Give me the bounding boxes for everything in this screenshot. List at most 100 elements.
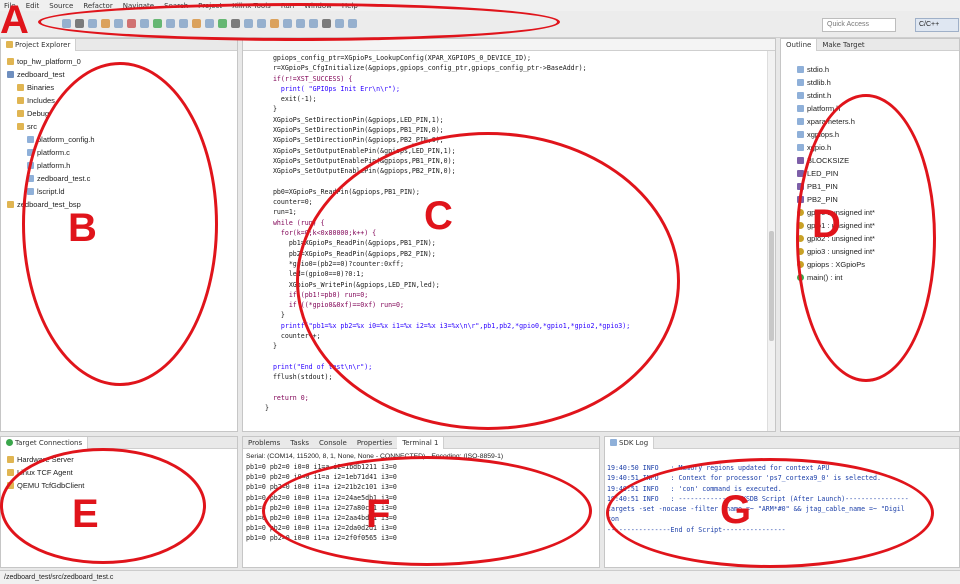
outline-item-label: xgpio.h	[807, 143, 832, 152]
terminal-panel: Problems Tasks Console Properties Terminal 1…	[242, 436, 600, 568]
target-item-label: QEMU TcfGdbClient	[17, 481, 85, 490]
toolbar-icon[interactable]	[270, 19, 279, 28]
tree-item[interactable]: Debug	[1, 107, 237, 120]
tree-item[interactable]: zedboard_test_bsp	[1, 198, 237, 211]
editor-scrollbar[interactable]	[767, 51, 775, 431]
toolbar-icon[interactable]	[192, 19, 201, 28]
toolbar-icon[interactable]	[231, 19, 240, 28]
toolbar-icon[interactable]	[335, 19, 344, 28]
code-line: if ((*gpio0&0xf)==0xf) run=0;	[265, 301, 404, 310]
code-line: *gpio0=(pb2==0)?counter:0xff;	[265, 259, 404, 268]
menu-item-xilinx-tools[interactable]: Xilinx Tools	[232, 2, 271, 10]
tree-item[interactable]: Includes	[1, 94, 237, 107]
outline-item[interactable]: LED_PIN	[797, 167, 959, 180]
menu-item-refactor[interactable]: Refactor	[83, 2, 112, 10]
code-line: print( "GPIOps Init Err\n\r");	[265, 84, 400, 93]
toolbar-icon[interactable]	[101, 19, 110, 28]
tree-item-label: Debug	[27, 109, 50, 118]
tab-sdk-log[interactable]: SDK Log	[605, 437, 655, 449]
toolbar-icon[interactable]	[62, 19, 71, 28]
outline-item[interactable]: PB2_PIN	[797, 193, 959, 206]
toolbar-icon[interactable]	[179, 19, 188, 28]
toolbar-icon[interactable]	[348, 19, 357, 28]
outline-item[interactable]: xgpiops.h	[797, 128, 959, 141]
outline-item[interactable]: stdint.h	[797, 89, 959, 102]
outline-item[interactable]: gpiops : XGpioPs	[797, 258, 959, 271]
outline-item[interactable]: main() : int	[797, 271, 959, 284]
perspective-button[interactable]: C/C++	[915, 18, 959, 32]
tab-terminal-1[interactable]: Terminal 1	[397, 437, 445, 449]
tree-item[interactable]: top_hw_platform_0	[1, 55, 237, 68]
outline-item[interactable]: gpio2 : unsigned int*	[797, 232, 959, 245]
tree-item[interactable]: platform.c	[1, 146, 237, 159]
menu-item-search[interactable]: Search	[164, 2, 188, 10]
toolbar-icon[interactable]	[309, 19, 318, 28]
toolbar-icon[interactable]	[166, 19, 175, 28]
tab-console[interactable]: Console	[314, 437, 352, 449]
outline-item[interactable]: stdlib.h	[797, 76, 959, 89]
terminal-line: pb1=0 pb2=0 i0=0 i1=a i2=2f0f0565 i3=0	[246, 534, 397, 543]
menu-item-help[interactable]: Help	[342, 2, 358, 10]
outline-item[interactable]: PB1_PIN	[797, 180, 959, 193]
tab-properties[interactable]: Properties	[352, 437, 397, 449]
menu-item-file[interactable]: File	[4, 2, 16, 10]
tab-tasks[interactable]: Tasks	[285, 437, 314, 449]
tab-target-connections[interactable]: Target Connections	[1, 437, 89, 449]
tab-outline[interactable]: Outline	[781, 39, 818, 51]
code-line: if(r!=XST_SUCCESS) {	[265, 74, 353, 83]
tab-label: Make Target	[822, 40, 865, 49]
toolbar-icon[interactable]	[218, 19, 227, 28]
outline-item[interactable]: BLOCKSIZE	[797, 154, 959, 167]
tree-item[interactable]: lscript.ld	[1, 185, 237, 198]
target-item[interactable]: Hardware Server	[7, 453, 237, 466]
outline-item[interactable]: gpio3 : unsigned int*	[797, 245, 959, 258]
toolbar-icon[interactable]	[153, 19, 162, 28]
tab-label: Outline	[786, 40, 812, 49]
tree-item[interactable]: platform_config.h	[1, 133, 237, 146]
sdk-log-output: 19:40:50 INFO : Memory regions updated f…	[605, 449, 959, 535]
outline-item[interactable]: gpio1 : unsigned int*	[797, 219, 959, 232]
menu-item-window[interactable]: Window	[304, 2, 332, 10]
toolbar-icon[interactable]	[140, 19, 149, 28]
toolbar-icon[interactable]	[127, 19, 136, 28]
outline-item[interactable]: stdio.h	[797, 63, 959, 76]
toolbar-icon[interactable]	[88, 19, 97, 28]
toolbar-icon[interactable]	[244, 19, 253, 28]
toolbar-icon[interactable]	[296, 19, 305, 28]
log-line: 19:40:50 INFO : Memory regions updated f…	[607, 464, 830, 472]
menu-item-edit[interactable]: Edit	[26, 2, 40, 10]
tree-item[interactable]: zedboard_test	[1, 68, 237, 81]
target-item[interactable]: QEMU TcfGdbClient	[7, 479, 237, 492]
outline-item[interactable]: xgpio.h	[797, 141, 959, 154]
toolbar-icon[interactable]	[75, 19, 84, 28]
outline-item[interactable]: xparameters.h	[797, 115, 959, 128]
tab-project-explorer[interactable]: Project Explorer	[1, 39, 77, 51]
tree-item[interactable]: Binaries	[1, 81, 237, 94]
tab-make-target[interactable]: Make Target	[817, 39, 869, 51]
menu-item-source[interactable]: Source	[49, 2, 73, 10]
toolbar-icon[interactable]	[283, 19, 292, 28]
toolbar-icon[interactable]	[322, 19, 331, 28]
quick-access-input[interactable]: Quick Access	[822, 18, 896, 32]
define-icon	[797, 183, 804, 190]
toolbar-icon[interactable]	[114, 19, 123, 28]
code-editor[interactable]: gpiops_config_ptr=XGpioPs_LookupConfig(X…	[242, 38, 776, 432]
tab-problems[interactable]: Problems	[243, 437, 285, 449]
tree-item-label: platform_config.h	[37, 135, 95, 144]
tree-item[interactable]: src	[1, 120, 237, 133]
status-bar: /zedboard_test/src/zedboard_test.c	[0, 570, 960, 584]
folder-icon	[7, 58, 14, 65]
menu-item-navigate[interactable]: Navigate	[123, 2, 154, 10]
toolbar-icon[interactable]	[257, 19, 266, 28]
outline-item[interactable]: platform.h	[797, 102, 959, 115]
toolbar-icon[interactable]	[205, 19, 214, 28]
code-line: printf("pb1=%x pb2=%x i0=%x i1=%x i2=%x …	[265, 321, 631, 330]
target-item[interactable]: Linux TCF Agent	[7, 466, 237, 479]
define-icon	[797, 196, 804, 203]
tree-item[interactable]: platform.h	[1, 159, 237, 172]
menu-item-project[interactable]: Project	[198, 2, 222, 10]
outline-item[interactable]: gpio0 : unsigned int*	[797, 206, 959, 219]
tree-item[interactable]: zedboard_test.c	[1, 172, 237, 185]
menu-item-run[interactable]: Run	[281, 2, 294, 10]
tree-item-label: Includes	[27, 96, 55, 105]
